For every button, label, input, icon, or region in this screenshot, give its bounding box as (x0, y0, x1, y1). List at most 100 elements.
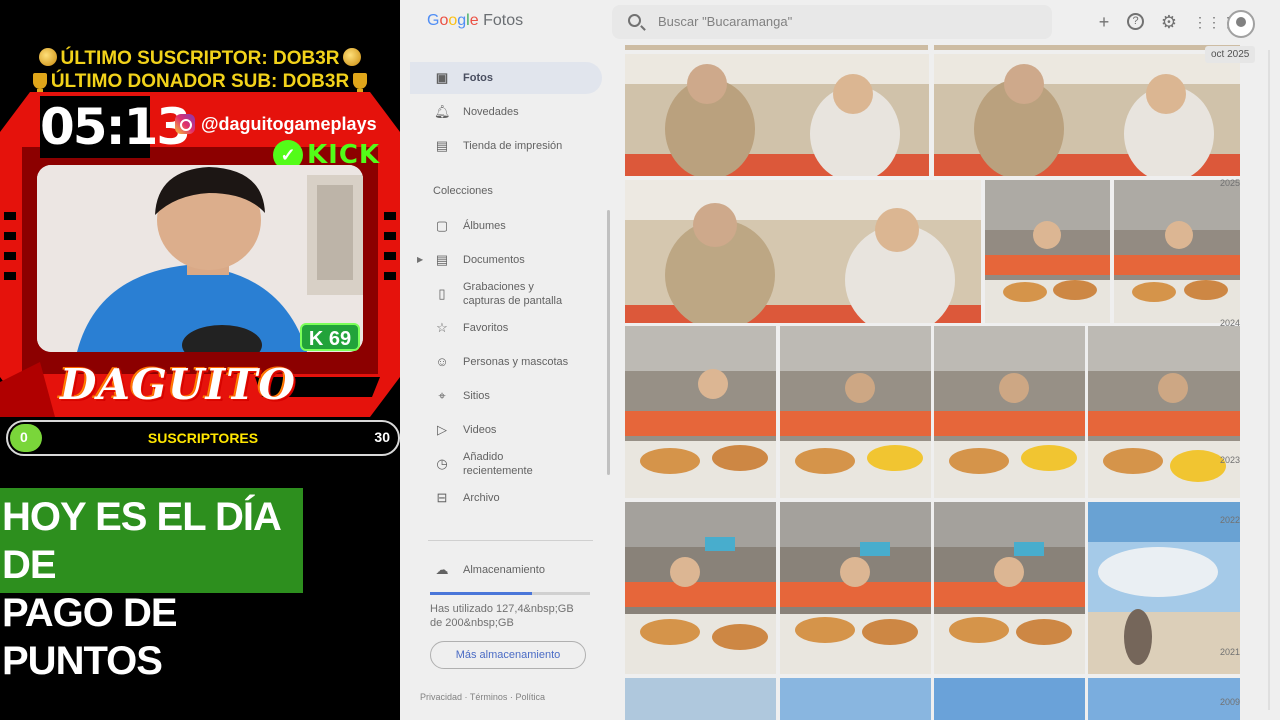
banner-line-1: HOY ES EL DÍA DE (2, 495, 280, 587)
photo-thumbnail[interactable] (780, 502, 931, 674)
photo-thumbnail[interactable] (934, 45, 1240, 50)
photo-thumbnail[interactable] (985, 180, 1110, 323)
timeline-month-label: oct 2025 (1205, 46, 1256, 63)
last-donor-text: ÚLTIMO DONADOR SUB: DOB3R (50, 71, 350, 92)
sidebar-item-storage[interactable]: ☁ Almacenamiento (410, 562, 602, 578)
sidebar-item-label: Videos (463, 424, 497, 436)
timeline-year[interactable]: 2009 (1220, 697, 1240, 707)
search-icon (628, 14, 641, 27)
photo-thumbnail[interactable] (934, 502, 1085, 674)
terms-link[interactable]: Términos (470, 692, 508, 702)
sidebar-item-label: Documentos (463, 254, 525, 266)
subscriber-goal-label: SUSCRIPTORES (147, 430, 259, 446)
storage-meter (430, 592, 590, 595)
star-icon: ☆ (436, 320, 448, 335)
kick-level-badge: K 69 (300, 323, 360, 351)
apps-grid-icon[interactable]: ⋮⋮⋮ (1193, 13, 1235, 31)
sidebar-item-label: Favoritos (463, 322, 509, 334)
last-subscriber-text: ÚLTIMO SUSCRIPTOR: DOB3R (60, 48, 340, 69)
trophy-icon (353, 73, 368, 92)
sidebar-item-label: Personas y mascotas (463, 356, 569, 368)
sidebar-item-label: Fotos (463, 72, 493, 84)
timeline-year[interactable]: 2022 (1220, 515, 1240, 525)
sidebar-item-archive[interactable]: ⊟ Archivo (410, 490, 602, 506)
photo-thumbnail[interactable] (934, 678, 1085, 720)
photo-thumbnail[interactable] (1088, 502, 1240, 674)
photo-grid (625, 45, 1240, 720)
sidebar-item-favorites[interactable]: ☆ Favoritos (410, 320, 602, 336)
photo-thumbnail[interactable] (780, 326, 931, 498)
cloud-icon: ☁ (435, 562, 449, 577)
instagram-text: @daguitogameplays (201, 113, 377, 134)
label-line: Grabaciones y (463, 281, 534, 293)
sidebar-item-photos[interactable]: ▣ Fotos (410, 62, 602, 94)
trophy-icon (32, 73, 47, 92)
photo-thumbnail[interactable] (625, 54, 929, 176)
sidebar-item-label: Añadido recientemente (463, 450, 533, 478)
clock-icon: ◷ (436, 456, 448, 471)
privacy-link[interactable]: Privacidad (420, 692, 462, 702)
sidebar-item-people[interactable]: ☺ Personas y mascotas (410, 354, 602, 370)
sidebar-scrollbar[interactable] (607, 210, 610, 475)
medal-icon (342, 48, 361, 66)
points-payday-banner: HOY ES EL DÍA DE PAGO DE PUNTOS (0, 488, 303, 683)
google-photos-logo[interactable]: Google Fotos (427, 12, 523, 30)
google-photos-window: Google Fotos Buscar "Bucaramanga" + ? ⚙ … (400, 0, 1280, 720)
footer-links: Privacidad · Términos · Política (420, 692, 545, 702)
last-donor-ticker: ÚLTIMO DONADOR SUB: DOB3R (0, 71, 400, 93)
sidebar-item-albums[interactable]: ▢ Álbumes (410, 218, 602, 234)
timeline-year[interactable]: 2023 (1220, 455, 1240, 465)
album-icon: ▢ (435, 218, 449, 233)
photo-thumbnail[interactable] (1114, 180, 1240, 323)
last-subscriber-ticker: ÚLTIMO SUSCRIPTOR: DOB3R (0, 48, 400, 70)
photo-thumbnail[interactable] (934, 54, 1240, 176)
photo-thumbnail[interactable] (625, 180, 981, 323)
storage-meter-fill (430, 592, 532, 595)
search-bar[interactable]: Buscar "Bucaramanga" (612, 5, 1052, 39)
stream-overlay: ÚLTIMO SUSCRIPTOR: DOB3R ÚLTIMO DONADOR … (0, 0, 400, 720)
account-avatar[interactable] (1227, 10, 1255, 38)
stream-timer: 05:13 (40, 96, 191, 158)
photo-thumbnail[interactable] (625, 326, 776, 498)
timeline-year[interactable]: 2024 (1220, 318, 1240, 328)
subscriber-goal-bar: 0 SUSCRIPTORES 30 (6, 420, 400, 456)
sidebar-item-label: Novedades (463, 106, 519, 118)
sidebar-item-label: Álbumes (463, 220, 506, 232)
document-icon: ▤ (435, 252, 449, 267)
photo-thumbnail[interactable] (934, 326, 1085, 498)
timeline-year[interactable]: 2021 (1220, 647, 1240, 657)
photo-thumbnail[interactable] (780, 678, 931, 720)
label-line: Añadido (463, 451, 504, 463)
logo-google: Google (427, 12, 479, 29)
search-input[interactable]: Buscar "Bucaramanga" (658, 14, 792, 29)
sidebar-item-recordings[interactable]: ▯ Grabaciones y capturas de pantalla (410, 280, 602, 308)
more-storage-button[interactable]: Más almacenamiento (430, 641, 586, 669)
add-icon[interactable]: + (1095, 13, 1113, 31)
location-pin-icon: ⌖ (438, 388, 446, 403)
footer-separator: · (464, 692, 468, 702)
sidebar-item-print-store[interactable]: ▤ Tienda de impresión (410, 138, 602, 154)
photo-thumbnail[interactable] (625, 678, 776, 720)
photo-thumbnail[interactable] (1088, 678, 1240, 720)
sidebar-item-videos[interactable]: ▷ Videos (410, 422, 602, 438)
photo-thumbnail[interactable] (625, 45, 928, 50)
sidebar-item-documents[interactable]: ▤ Documentos (410, 252, 602, 268)
storage-usage-text: Has utilizado 127,4&nbsp;GB de 200&nbsp;… (430, 602, 610, 630)
streamer-logo: DAGUITO (60, 360, 296, 409)
sidebar-item-label: Archivo (463, 492, 500, 504)
photo-icon: ▣ (435, 70, 449, 85)
label-line: capturas de pantalla (463, 295, 563, 307)
help-icon[interactable]: ? (1127, 13, 1144, 30)
sidebar-item-label: Tienda de impresión (463, 140, 563, 152)
sidebar-item-recent[interactable]: ◷ Añadido recientemente (410, 450, 602, 478)
sidebar-item-updates[interactable]: 🔔︎ Novedades (410, 104, 602, 120)
policy-link[interactable]: Política (515, 692, 545, 702)
settings-icon[interactable]: ⚙ (1160, 13, 1178, 31)
collections-heading: Colecciones (433, 185, 493, 197)
photo-thumbnail[interactable] (1088, 326, 1240, 498)
timeline-year[interactable]: 2025 (1220, 178, 1240, 188)
label-line: recientemente (463, 465, 533, 477)
photo-thumbnail[interactable] (625, 502, 776, 674)
sidebar-item-places[interactable]: ⌖ Sitios (410, 388, 602, 404)
timeline-scrollbar[interactable] (1268, 50, 1270, 710)
